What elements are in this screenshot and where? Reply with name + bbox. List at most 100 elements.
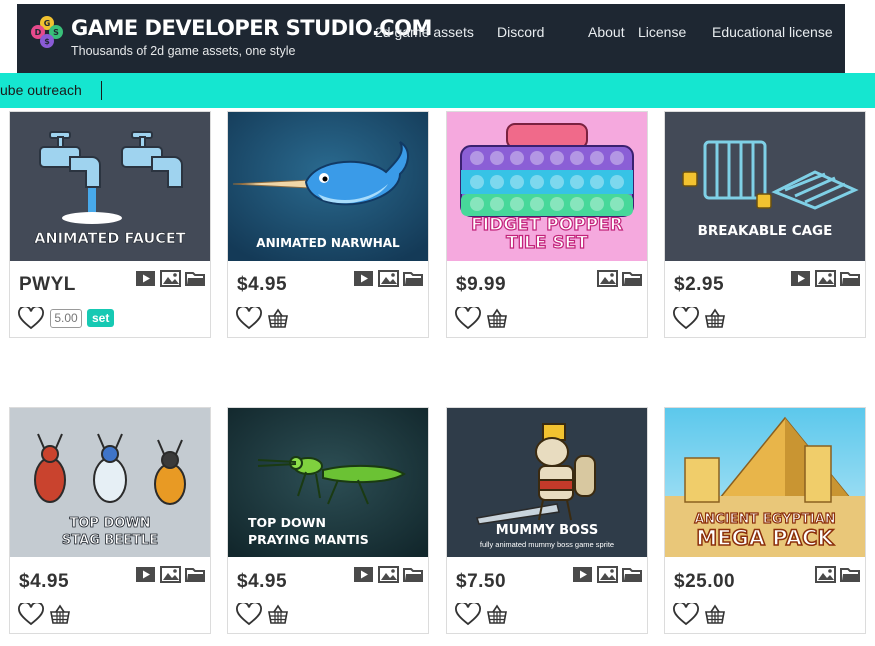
product-thumbnail[interactable]: ANIMATED FAUCET [10, 112, 210, 261]
product-card[interactable]: ANCIENT EGYPTIAN MEGA PACK $25.00 [664, 407, 866, 634]
ticker-separator [101, 81, 102, 100]
basket-icon[interactable] [267, 308, 289, 329]
product-thumbnail[interactable]: MUMMY BOSS fully animated mummy boss gam… [447, 408, 647, 557]
set-rating-button[interactable]: set [87, 309, 115, 327]
product-media-icons [815, 566, 861, 584]
folder-icon[interactable] [840, 566, 861, 583]
video-icon[interactable] [353, 270, 374, 287]
nav-2d-game-assets[interactable]: 2d game assets [375, 24, 474, 40]
image-icon[interactable] [160, 270, 181, 287]
image-icon[interactable] [815, 566, 836, 583]
heart-icon[interactable] [455, 602, 481, 626]
video-icon[interactable] [353, 566, 374, 583]
product-subtitle: fully animated mummy boss game sprite [480, 540, 614, 549]
product-title: FIDGET POPPER [471, 215, 623, 235]
product-card[interactable]: MUMMY BOSS fully animated mummy boss gam… [446, 407, 648, 634]
ticker-text[interactable]: ube outreach [0, 82, 82, 98]
product-title-line2: MEGA PACK [696, 526, 834, 550]
product-media-icons [572, 566, 643, 584]
product-title: ANIMATED NARWHAL [256, 236, 400, 250]
site-header: G D S $ GAME DEVELOPER STUDIO.COM Thousa… [0, 0, 875, 73]
video-icon[interactable] [790, 270, 811, 287]
basket-icon[interactable] [49, 604, 71, 625]
basket-icon[interactable] [704, 604, 726, 625]
basket-icon[interactable] [267, 604, 289, 625]
product-price: $9.99 [456, 274, 507, 295]
product-actions [455, 602, 508, 626]
product-price: $4.95 [19, 571, 70, 592]
rating-input[interactable]: 5.00 [50, 308, 82, 328]
video-icon[interactable] [135, 270, 156, 287]
product-price: $4.95 [237, 274, 288, 295]
product-thumbnail[interactable]: ANCIENT EGYPTIAN MEGA PACK [665, 408, 865, 557]
heart-icon[interactable] [18, 602, 44, 626]
product-actions [236, 602, 289, 626]
product-thumbnail[interactable]: FIDGET POPPER TILE SET [447, 112, 647, 261]
product-card[interactable]: BREAKABLE CAGE $2.95 [664, 111, 866, 338]
image-icon[interactable] [815, 270, 836, 287]
product-actions [673, 602, 726, 626]
product-media-icons [353, 566, 424, 584]
product-thumbnail[interactable]: ANIMATED NARWHAL [228, 112, 428, 261]
product-title-line2: PRAYING MANTIS [248, 532, 369, 547]
image-icon[interactable] [597, 270, 618, 287]
heart-icon[interactable] [18, 306, 44, 330]
product-actions [18, 602, 71, 626]
nav-about[interactable]: About [588, 24, 625, 40]
heart-icon[interactable] [673, 602, 699, 626]
product-card[interactable]: ANIMATED NARWHAL $4.95 [227, 111, 429, 338]
gamepad-logo-icon[interactable]: G D S $ [29, 14, 65, 50]
folder-icon[interactable] [403, 270, 424, 287]
folder-icon[interactable] [840, 270, 861, 287]
product-card[interactable]: ANIMATED FAUCET PWYL 5.00 set [9, 111, 211, 338]
product-title-line2: STAG BEETLE [62, 533, 158, 548]
product-media-icons [790, 270, 861, 288]
product-thumbnail[interactable]: TOP DOWN STAG BEETLE [10, 408, 210, 557]
product-media-icons [135, 270, 206, 288]
product-thumbnail[interactable]: BREAKABLE CAGE [665, 112, 865, 261]
heart-icon[interactable] [455, 306, 481, 330]
product-media-icons [353, 270, 424, 288]
heart-icon[interactable] [673, 306, 699, 330]
product-card[interactable]: TOP DOWN STAG BEETLE $4.95 [9, 407, 211, 634]
folder-icon[interactable] [622, 566, 643, 583]
product-title: ANIMATED FAUCET [34, 231, 185, 247]
heart-icon[interactable] [236, 306, 262, 330]
video-icon[interactable] [572, 566, 593, 583]
basket-icon[interactable] [704, 308, 726, 329]
basket-icon[interactable] [486, 604, 508, 625]
product-title: TOP DOWN [69, 516, 150, 531]
basket-icon[interactable] [486, 308, 508, 329]
folder-icon[interactable] [185, 566, 206, 583]
image-icon[interactable] [160, 566, 181, 583]
product-price: $7.50 [456, 571, 507, 592]
product-price: $25.00 [674, 571, 736, 592]
page: G D S $ GAME DEVELOPER STUDIO.COM Thousa… [0, 0, 875, 646]
image-icon[interactable] [378, 270, 399, 287]
product-actions [455, 306, 508, 330]
nav-educational-license[interactable]: Educational license [712, 24, 833, 40]
svg-text:S: S [53, 28, 59, 37]
product-price: $4.95 [237, 571, 288, 592]
product-actions [236, 306, 289, 330]
product-thumbnail[interactable]: TOP DOWN PRAYING MANTIS [228, 408, 428, 557]
image-icon[interactable] [378, 566, 399, 583]
product-price: $2.95 [674, 274, 725, 295]
folder-icon[interactable] [403, 566, 424, 583]
nav-discord[interactable]: Discord [497, 24, 544, 40]
image-icon[interactable] [597, 566, 618, 583]
svg-text:D: D [35, 28, 42, 37]
product-title: BREAKABLE CAGE [698, 223, 833, 239]
folder-icon[interactable] [185, 270, 206, 287]
product-card[interactable]: TOP DOWN PRAYING MANTIS $4.95 [227, 407, 429, 634]
announcement-ticker: ube outreach [0, 73, 875, 108]
folder-icon[interactable] [622, 270, 643, 287]
heart-icon[interactable] [236, 602, 262, 626]
product-title-line2: TILE SET [506, 233, 588, 253]
product-card[interactable]: FIDGET POPPER TILE SET $9.99 [446, 111, 648, 338]
nav-license[interactable]: License [638, 24, 686, 40]
video-icon[interactable] [135, 566, 156, 583]
site-tagline: Thousands of 2d game assets, one style [71, 44, 296, 58]
product-price: PWYL [19, 274, 76, 295]
product-title: TOP DOWN [248, 515, 326, 530]
